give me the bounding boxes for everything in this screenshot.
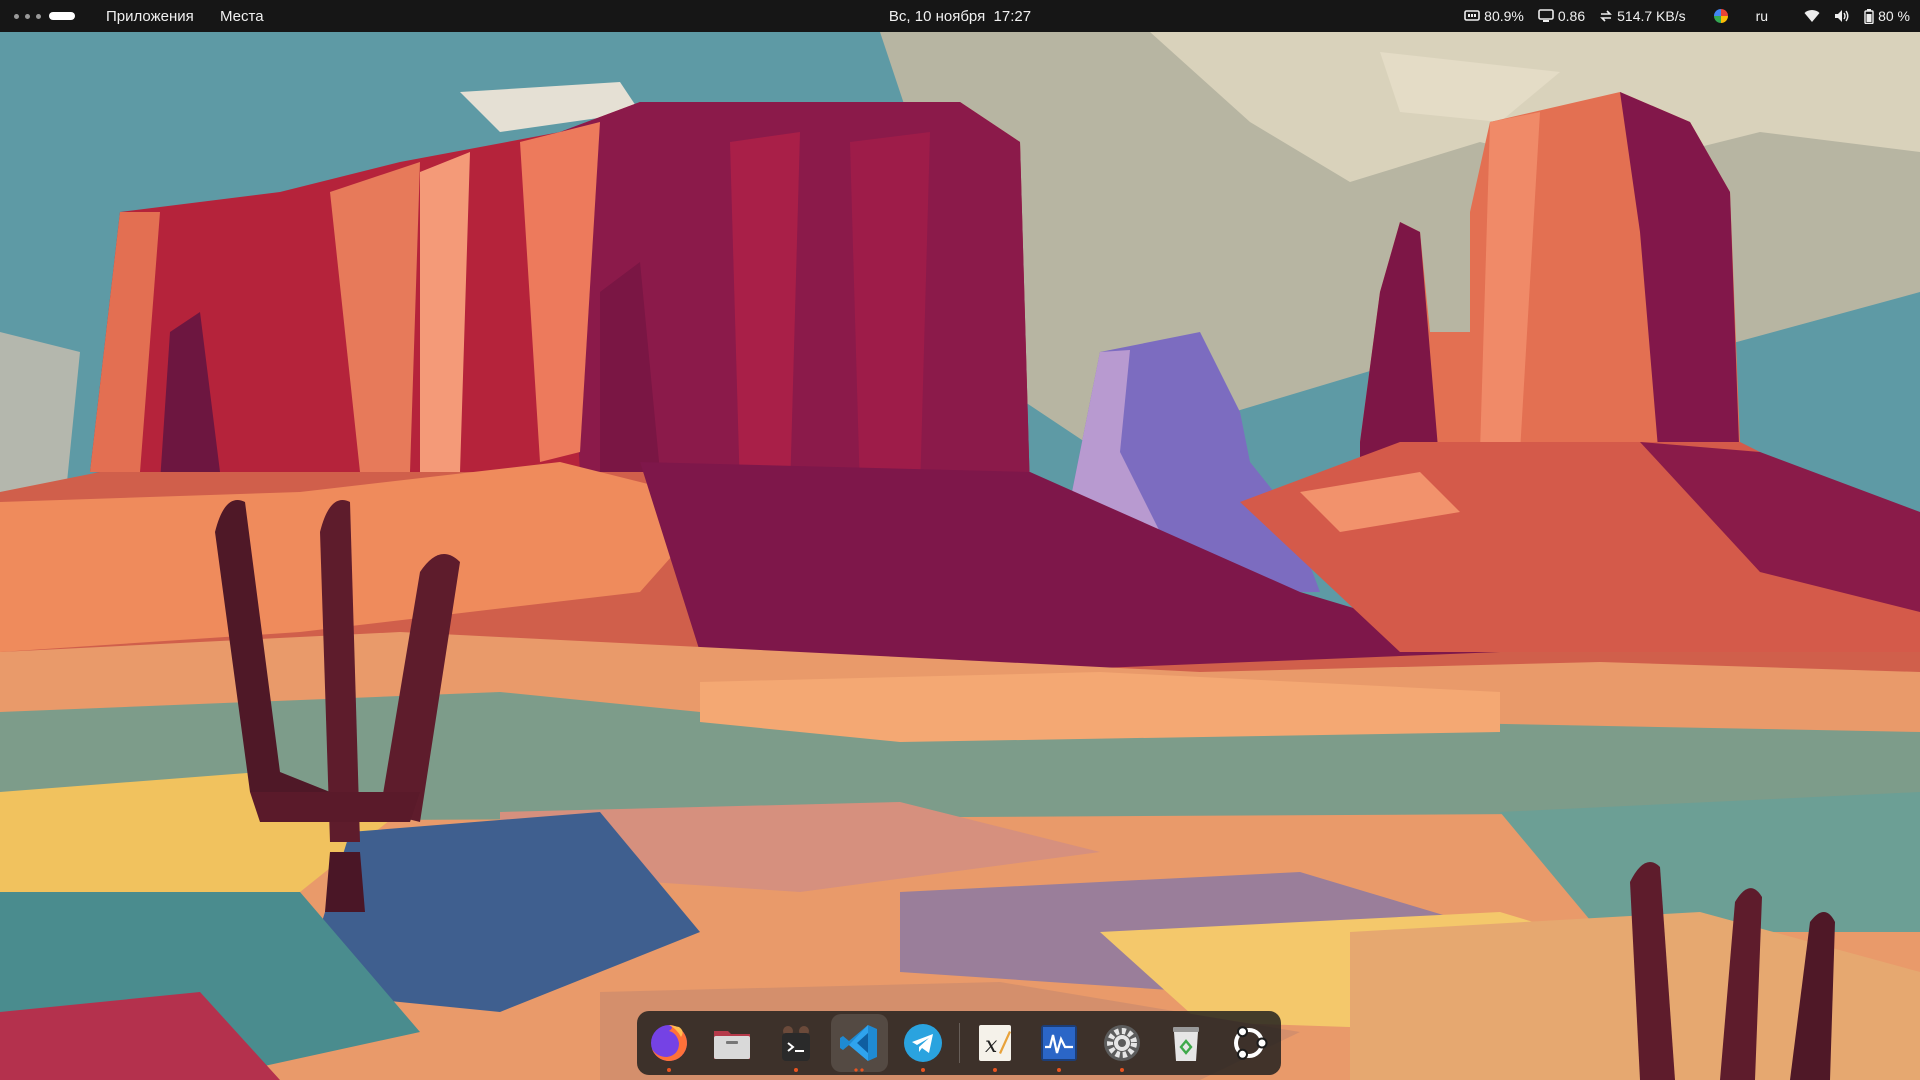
workspace-dot[interactable] bbox=[14, 13, 19, 19]
volume-indicator[interactable] bbox=[1834, 9, 1850, 23]
ubuntu-logo-icon bbox=[1234, 1026, 1268, 1060]
volume-icon bbox=[1835, 10, 1849, 22]
svg-text:x: x bbox=[985, 1033, 998, 1058]
terminal-icon bbox=[781, 1026, 810, 1061]
dock-item-settings[interactable] bbox=[1093, 1014, 1151, 1072]
dock-item-files[interactable] bbox=[704, 1014, 762, 1072]
network-speed-indicator[interactable]: 514.7 KB/s bbox=[1599, 8, 1686, 24]
cpu-indicator[interactable]: 80.9% bbox=[1464, 8, 1524, 24]
load-value: 0.86 bbox=[1557, 8, 1586, 24]
load-indicator[interactable]: 0.86 bbox=[1538, 8, 1585, 24]
cpu-value: 80.9% bbox=[1484, 8, 1524, 24]
dock-item-vscode[interactable] bbox=[830, 1014, 888, 1072]
workspace-dot[interactable] bbox=[25, 13, 30, 19]
keyboard-layout[interactable]: ru bbox=[1756, 8, 1768, 24]
dock-item-firefox[interactable] bbox=[640, 1014, 698, 1072]
dock-item-xournal[interactable]: x bbox=[966, 1014, 1024, 1072]
telegram-icon bbox=[903, 1024, 942, 1062]
top-bar: Приложения Места Вс, 10 ноября 17:27 80.… bbox=[0, 0, 1920, 32]
workspace-active[interactable] bbox=[49, 12, 75, 20]
network-transfer-icon bbox=[1600, 10, 1613, 22]
dock-item-trash[interactable] bbox=[1157, 1014, 1215, 1072]
battery-icon bbox=[1864, 8, 1874, 24]
keyboard-layout-label: ru bbox=[1755, 8, 1769, 24]
dock-item-telegram[interactable] bbox=[894, 1014, 952, 1072]
chrome-icon bbox=[1713, 9, 1728, 23]
trash-icon bbox=[1172, 1027, 1199, 1061]
running-indicator bbox=[666, 1068, 671, 1072]
network-speed-value: 514.7 KB/s bbox=[1617, 8, 1686, 24]
cpu-icon bbox=[1464, 10, 1480, 21]
system-monitor-icon bbox=[1040, 1025, 1077, 1061]
dock: x bbox=[637, 1011, 1281, 1075]
gear-icon bbox=[1104, 1025, 1141, 1061]
places-menu-label: Места bbox=[220, 7, 264, 25]
workspace-dot[interactable] bbox=[36, 13, 41, 19]
vscode-icon bbox=[840, 1025, 878, 1061]
running-indicator bbox=[1056, 1068, 1061, 1072]
workspace-indicator[interactable] bbox=[14, 0, 75, 32]
system-tray: 80.9% 0.86 514.7 KB/s ru 80 % bbox=[1450, 0, 1910, 32]
firefox-icon bbox=[650, 1025, 687, 1061]
applications-menu-label: Приложения bbox=[106, 7, 194, 25]
dock-separator bbox=[958, 1023, 960, 1063]
places-menu[interactable]: Места bbox=[220, 0, 264, 32]
running-indicator bbox=[920, 1068, 925, 1072]
clock-label[interactable]: Вс, 10 ноября 17:27 bbox=[889, 8, 1031, 25]
running-indicator bbox=[793, 1068, 798, 1072]
dock-item-terminal[interactable] bbox=[767, 1014, 825, 1072]
running-indicator bbox=[853, 1068, 866, 1072]
dock-item-show-apps[interactable] bbox=[1220, 1014, 1278, 1072]
xournal-icon: x bbox=[979, 1025, 1012, 1061]
applications-menu[interactable]: Приложения bbox=[106, 0, 194, 32]
running-indicator bbox=[1120, 1068, 1125, 1072]
folder-icon bbox=[714, 1031, 751, 1059]
dock-item-system-monitor[interactable] bbox=[1030, 1014, 1088, 1072]
running-indicator bbox=[993, 1068, 998, 1072]
wifi-icon bbox=[1804, 10, 1820, 22]
battery-value: 80 % bbox=[1878, 8, 1910, 24]
desktop-wallpaper bbox=[0, 32, 1920, 1080]
monitor-icon bbox=[1538, 9, 1554, 22]
battery-indicator[interactable]: 80 % bbox=[1864, 8, 1910, 24]
chrome-indicator[interactable] bbox=[1713, 9, 1728, 23]
wifi-indicator[interactable] bbox=[1804, 9, 1820, 23]
